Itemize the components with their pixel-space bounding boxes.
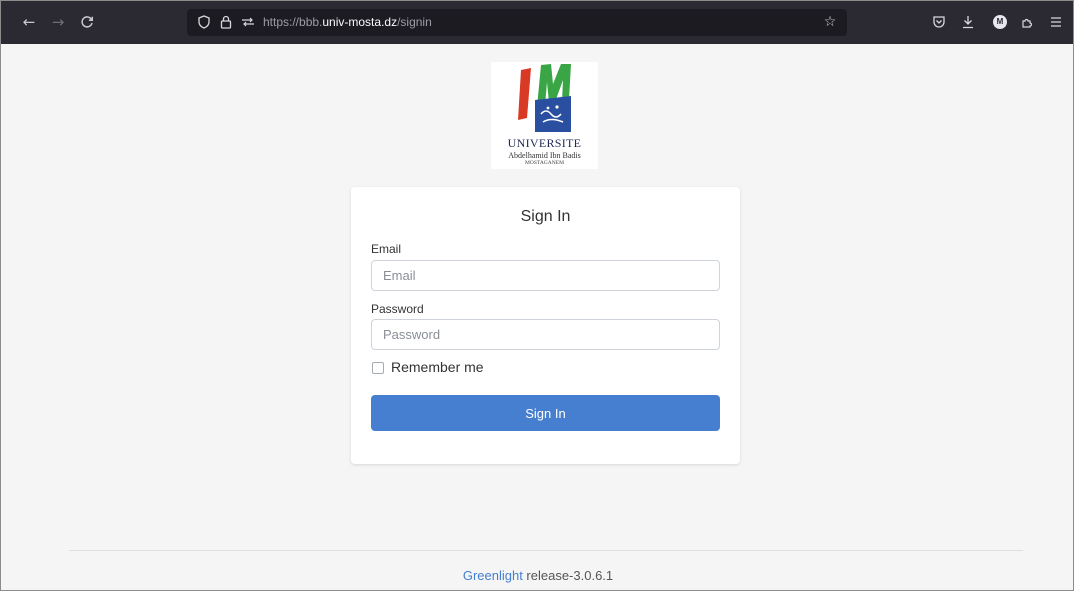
remember-me-checkbox[interactable] [372,362,384,374]
university-emblem-icon [518,64,571,132]
url-prefix: https://bbb. [263,15,323,29]
lock-icon[interactable] [217,12,235,32]
extensions-icon[interactable] [1016,11,1038,33]
logo-subtitle: Abdelhamid Ibn Badis [508,151,581,160]
url-text[interactable]: https://bbb.univ-mosta.dz/signin [263,9,432,36]
university-logo: UNIVERSITE Abdelhamid Ibn Badis MOSTAGAN… [491,62,598,169]
reload-icon[interactable] [76,11,98,33]
footer: Greenlight release-3.0.6.1 [1,568,1073,583]
url-path: /signin [397,15,432,29]
logo-title: UNIVERSITE [507,136,582,150]
signin-button[interactable]: Sign In [371,395,720,431]
password-field[interactable] [371,319,720,350]
signin-title: Sign In [520,208,571,225]
url-domain: univ-mosta.dz [322,15,398,29]
release-version: release-3.0.6.1 [522,568,614,583]
permissions-icon[interactable] [239,12,257,32]
remember-me-label[interactable]: Remember me [391,359,484,375]
footer-divider [69,550,1023,551]
pocket-icon[interactable] [928,11,950,33]
forward-icon[interactable]: → [47,11,69,33]
email-label: Email [371,242,402,256]
browser-toolbar: ← → https://bbb.univ-mosta.dz/signin ☆ M [1,1,1073,44]
greenlight-link[interactable]: Greenlight [463,568,523,583]
logo-city: MOSTAGANEM [525,160,564,166]
download-icon[interactable] [957,11,979,33]
email-field[interactable] [371,260,720,291]
browser-window: ← → https://bbb.univ-mosta.dz/signin ☆ M… [0,0,1074,591]
bookmark-star-icon[interactable]: ☆ [821,12,839,32]
signin-card: Sign In Email Password Remember me Sign … [351,187,740,464]
password-label: Password [371,302,424,316]
address-bar[interactable]: https://bbb.univ-mosta.dz/signin ☆ [187,9,847,36]
account-icon[interactable]: M [993,15,1007,29]
shield-icon[interactable] [195,12,213,32]
menu-icon[interactable] [1045,11,1067,33]
back-icon[interactable]: ← [18,11,40,33]
